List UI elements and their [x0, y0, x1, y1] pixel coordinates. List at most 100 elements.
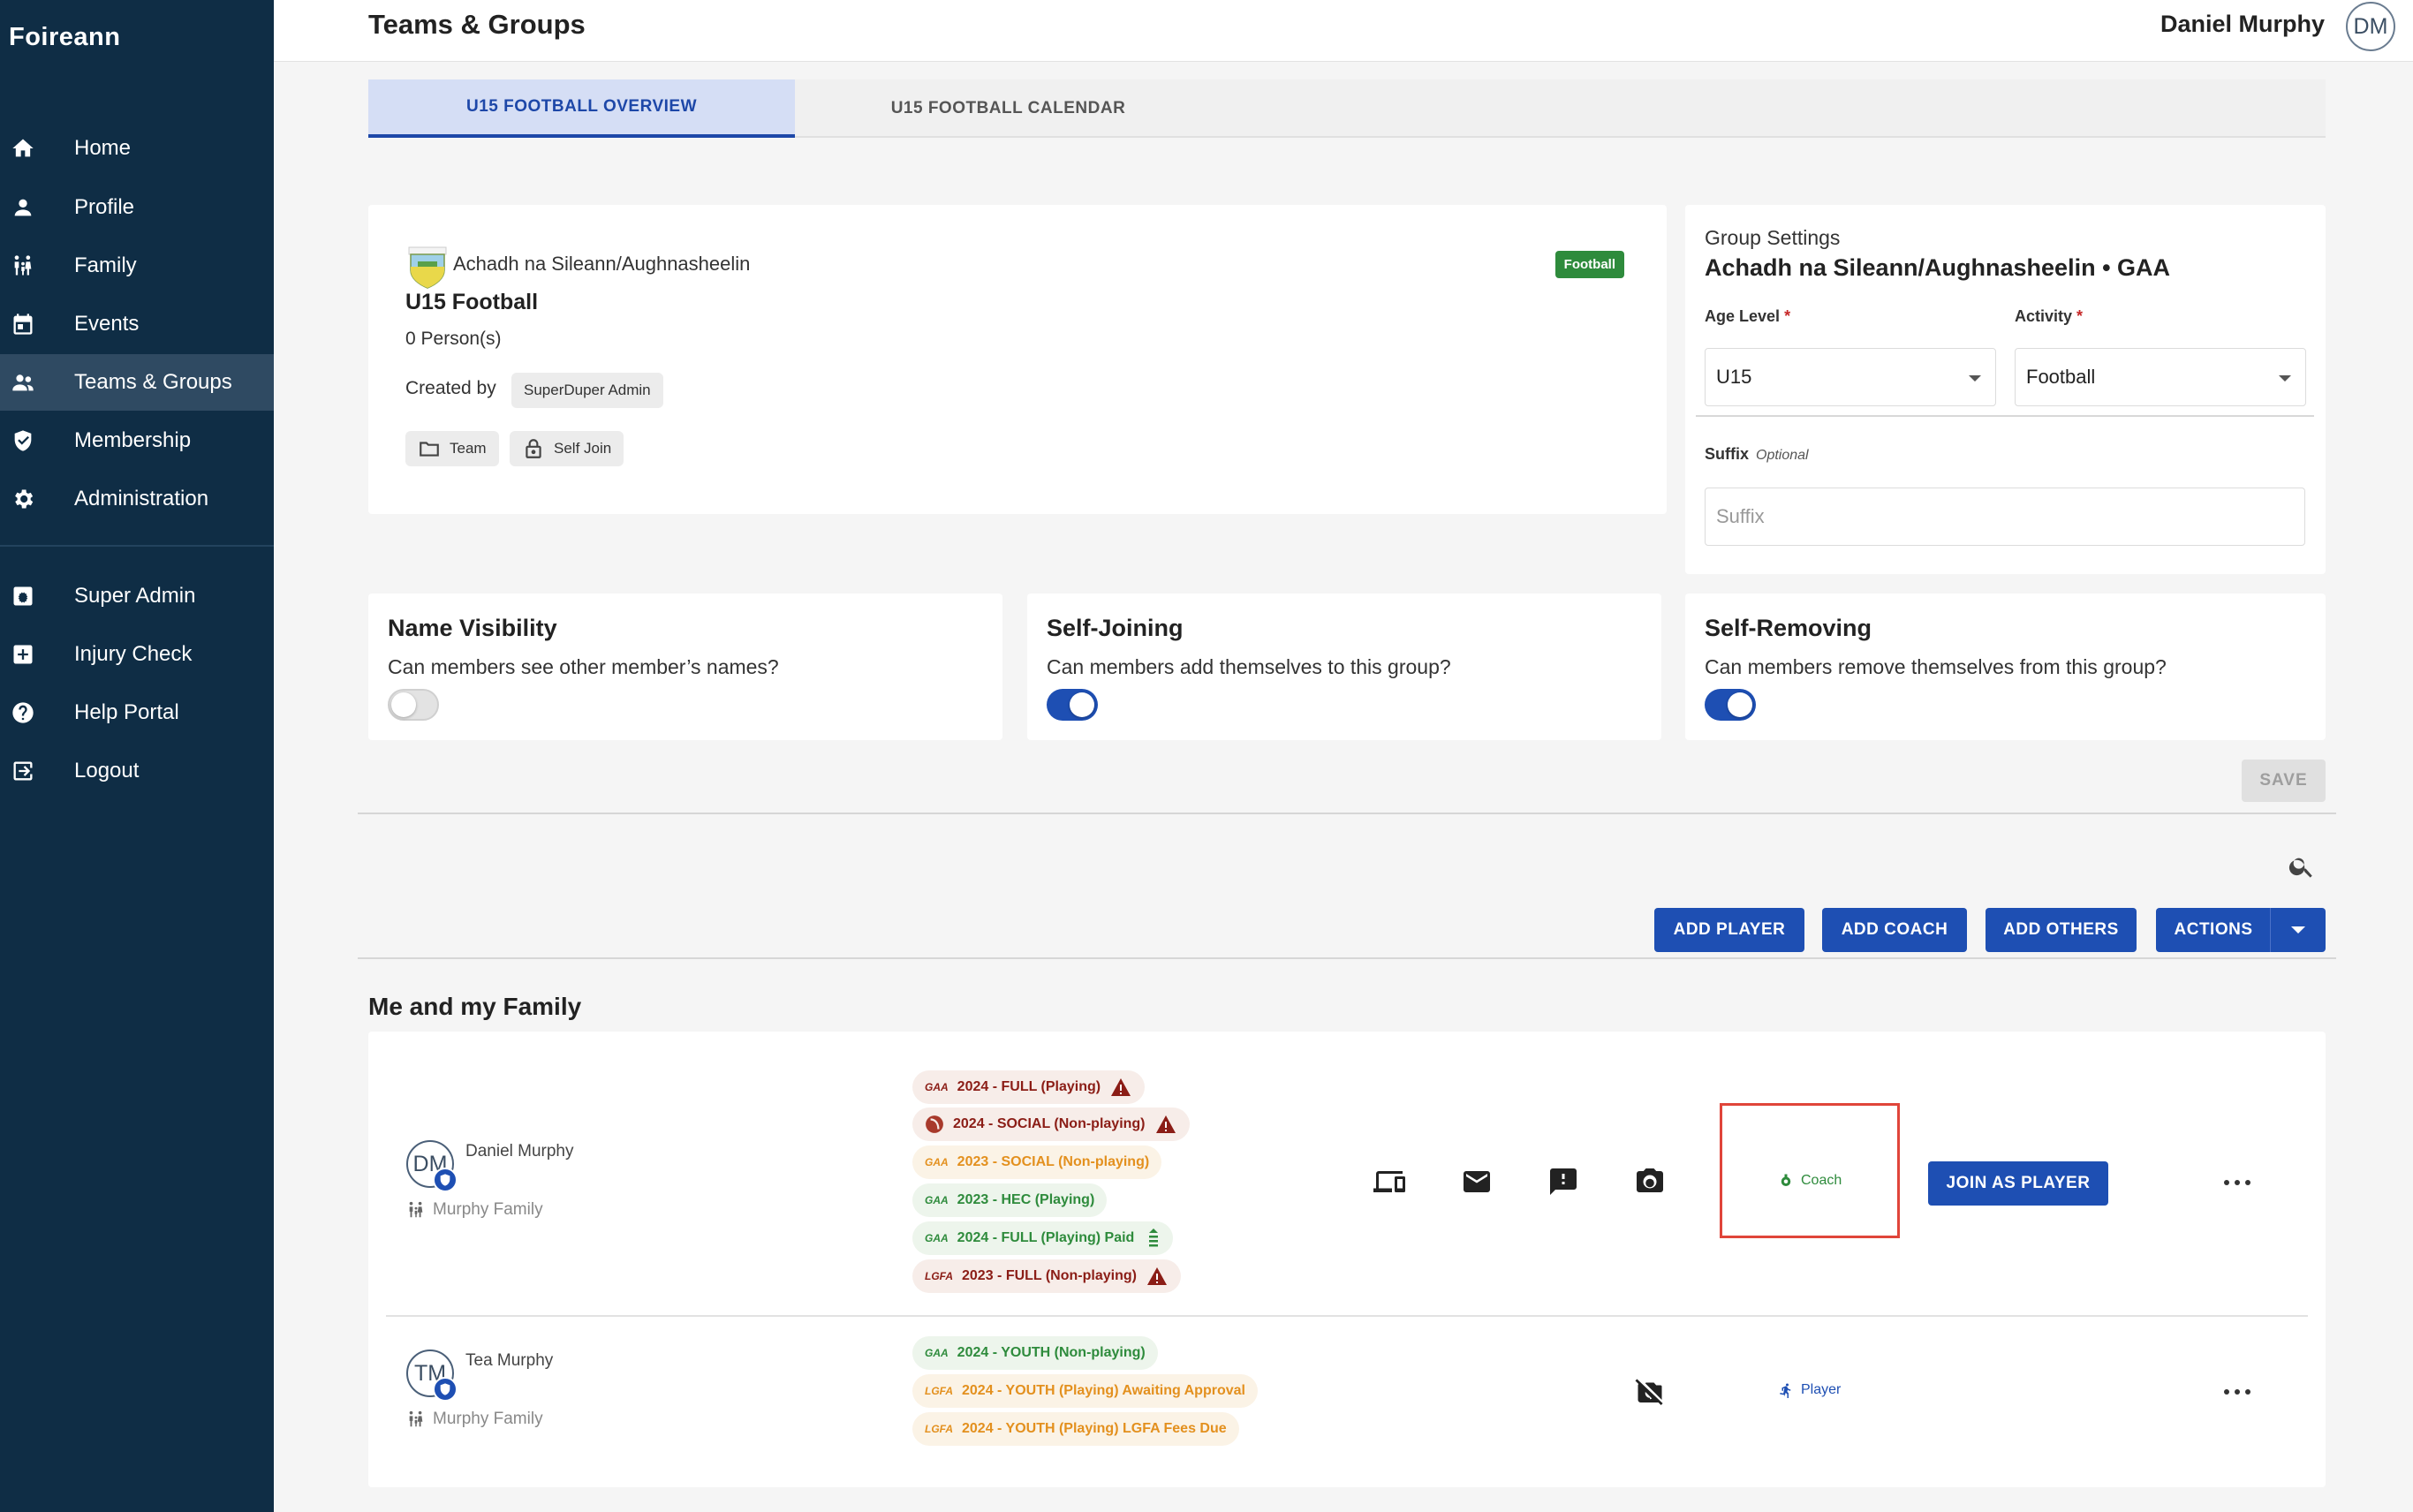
running-person-icon	[1780, 1383, 1791, 1398]
club-crest-icon	[926, 1115, 943, 1133]
membership-pill[interactable]: GAA 2023 - HEC (Playing)	[912, 1183, 1108, 1217]
no-photo-icon[interactable]	[1634, 1376, 1666, 1408]
sidebar-item-label: Administration	[74, 487, 209, 510]
sidebar-item-administration[interactable]: Administration	[0, 471, 274, 527]
created-by-label: Created by	[405, 378, 496, 398]
gaa-logo-icon: GAA	[925, 1347, 949, 1359]
suffix-input[interactable]	[1705, 488, 2305, 546]
self-removing-toggle[interactable]	[1705, 689, 1756, 721]
family-section-title: Me and my Family	[368, 993, 582, 1020]
self-removing-card: Self-Removing Can members remove themsel…	[1685, 593, 2326, 740]
sidebar-item-home[interactable]: Home	[0, 120, 274, 177]
group-settings-label: Group Settings	[1705, 226, 1841, 249]
sidebar-item-events[interactable]: Events	[0, 296, 274, 352]
add-others-button[interactable]: ADD OTHERS	[1986, 908, 2137, 952]
paid-icon	[1149, 1228, 1159, 1247]
group-name: U15 Football	[405, 290, 539, 314]
brand-logo[interactable]: Foireann	[9, 23, 120, 52]
created-by-chip: SuperDuper Admin	[511, 373, 663, 408]
sidebar-divider	[0, 545, 274, 547]
help-icon	[11, 700, 35, 725]
search-icon[interactable]	[2288, 852, 2316, 881]
gaa-logo-icon: GAA	[925, 1232, 949, 1244]
age-level-select[interactable]: U15	[1705, 348, 1996, 406]
sidebar-item-teams-groups[interactable]: Teams & Groups	[0, 354, 274, 411]
add-coach-button[interactable]: ADD COACH	[1822, 908, 1967, 952]
more-options-icon[interactable]	[2224, 1387, 2250, 1396]
toggle-description: Can members see other member’s names?	[388, 655, 779, 678]
team-type-label: Team	[450, 440, 487, 457]
verified-badge-icon	[433, 1168, 458, 1192]
sidebar-item-super-admin[interactable]: Super Admin	[0, 568, 274, 624]
calendar-icon	[11, 312, 35, 336]
sidebar-item-family[interactable]: Family	[0, 238, 274, 294]
medical-cross-icon	[11, 642, 35, 667]
group-settings-card: Group Settings Achadh na Sileann/Aughnas…	[1685, 205, 2326, 574]
actions-dropdown-button[interactable]	[2270, 908, 2326, 952]
name-visibility-toggle[interactable]	[388, 689, 439, 721]
role-player[interactable]: Player	[1778, 1382, 1841, 1398]
tab-calendar[interactable]: U15 FOOTBALL CALENDAR	[795, 79, 1222, 138]
lgfa-logo-icon: LGFA	[925, 1423, 953, 1435]
role-highlight-box	[1720, 1103, 1900, 1238]
membership-pill[interactable]: GAA 2024 - FULL (Playing) Paid	[912, 1221, 1174, 1255]
groups-icon	[11, 370, 35, 395]
actions-button[interactable]: ACTIONS	[2156, 908, 2271, 952]
membership-pill[interactable]: LGFA 2023 - FULL (Non-playing)	[912, 1259, 1181, 1293]
toggle-description: Can members remove themselves from this …	[1705, 655, 2167, 678]
warning-icon	[1155, 1115, 1176, 1133]
gear-icon	[11, 487, 35, 511]
tab-overview[interactable]: U15 FOOTBALL OVERVIEW	[368, 79, 795, 138]
toggle-title: Name Visibility	[388, 615, 557, 641]
warning-icon	[1146, 1267, 1167, 1285]
save-button[interactable]: SAVE	[2242, 760, 2326, 802]
membership-pill[interactable]: GAA 2024 - FULL (Playing)	[912, 1070, 1146, 1104]
member-name[interactable]: Tea Murphy	[465, 1351, 553, 1371]
shield-icon	[11, 428, 35, 453]
sidebar-item-label: Super Admin	[74, 584, 196, 608]
membership-pill[interactable]: GAA 2024 - YOUTH (Non-playing)	[912, 1336, 1158, 1370]
sidebar-item-label: Teams & Groups	[74, 370, 232, 394]
more-options-icon[interactable]	[2224, 1178, 2250, 1187]
person-icon	[11, 195, 35, 220]
add-player-button[interactable]: ADD PLAYER	[1654, 908, 1804, 952]
age-level-value: U15	[1716, 366, 1752, 388]
member-family: Murphy Family	[406, 1200, 543, 1220]
gaa-logo-icon: GAA	[925, 1194, 949, 1206]
feedback-icon[interactable]	[1547, 1166, 1579, 1198]
sidebar-item-logout[interactable]: Logout	[0, 743, 274, 799]
avatar[interactable]: DM	[2346, 2, 2395, 51]
devices-icon[interactable]	[1373, 1166, 1405, 1198]
family-icon	[11, 253, 35, 278]
sidebar-item-label: Membership	[74, 428, 192, 452]
self-join-chip: Self Join	[510, 431, 624, 466]
join-as-player-button[interactable]: JOIN AS PLAYER	[1928, 1161, 2108, 1206]
user-name[interactable]: Daniel Murphy	[2160, 11, 2325, 38]
self-joining-toggle[interactable]	[1047, 689, 1098, 721]
sidebar-item-injury-check[interactable]: Injury Check	[0, 626, 274, 683]
role-coach[interactable]: Coach	[1778, 1173, 1842, 1189]
club-crest-icon	[408, 246, 447, 289]
person-count: 0 Person(s)	[405, 329, 502, 349]
camera-icon[interactable]	[1634, 1166, 1666, 1198]
verified-badge-icon	[433, 1377, 458, 1402]
membership-pill[interactable]: LGFA 2024 - YOUTH (Playing) Awaiting Appr…	[912, 1374, 1258, 1408]
toggle-knob	[391, 692, 416, 717]
sidebar-item-label: Logout	[74, 759, 140, 782]
sidebar-item-label: Profile	[74, 195, 135, 219]
member-name[interactable]: Daniel Murphy	[465, 1142, 574, 1161]
membership-pill[interactable]: 2024 - SOCIAL (Non-playing)	[912, 1108, 1190, 1141]
sidebar-item-membership[interactable]: Membership	[0, 412, 274, 469]
sidebar-item-help-portal[interactable]: Help Portal	[0, 684, 274, 741]
suffix-label: Suffix Optional	[1705, 445, 1809, 463]
sidebar-item-profile[interactable]: Profile	[0, 179, 274, 236]
membership-pill[interactable]: LGFA 2024 - YOUTH (Playing) LGFA Fees Due	[912, 1412, 1239, 1446]
tab-bar: U15 FOOTBALL OVERVIEW U15 FOOTBALL CALEN…	[368, 79, 2326, 138]
club-name: Achadh na Sileann/Aughnasheelin	[453, 253, 751, 275]
toggle-knob	[1728, 692, 1752, 717]
email-icon[interactable]	[1461, 1166, 1493, 1198]
activity-value: Football	[2026, 366, 2096, 388]
membership-pill[interactable]: GAA 2023 - SOCIAL (Non-playing)	[912, 1145, 1162, 1179]
gaa-logo-icon: GAA	[925, 1156, 949, 1168]
activity-select[interactable]: Football	[2015, 348, 2306, 406]
